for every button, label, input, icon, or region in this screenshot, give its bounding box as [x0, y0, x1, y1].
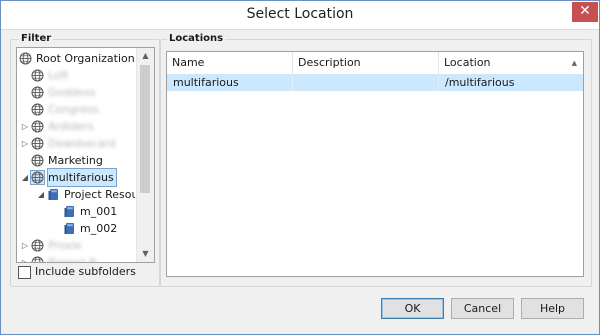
close-icon: ✕ [579, 3, 591, 19]
select-location-dialog: Select Location ✕ Filter Root Organizati… [0, 0, 600, 335]
column-header-description[interactable]: Description [293, 52, 439, 74]
row-description-cell [293, 74, 439, 91]
tree-item[interactable]: Goddess [17, 84, 135, 101]
include-subfolders-checkbox[interactable] [18, 266, 31, 279]
globe-icon [31, 256, 44, 262]
tree-item[interactable]: m_002 [17, 220, 135, 237]
help-button[interactable]: Help [521, 298, 584, 319]
expand-icon[interactable]: ▷ [21, 237, 29, 254]
globe-icon [31, 103, 44, 116]
tree-content: Root Organization Loft Goddess Congress ▷ Ard… [17, 48, 135, 262]
database-icon [63, 205, 76, 218]
database-icon [47, 188, 60, 201]
tree-item-label: Ardiders [48, 120, 94, 133]
tree-item-label: Congress [48, 103, 99, 116]
column-header-location-label: Location [444, 56, 491, 69]
expand-icon[interactable]: ▷ [21, 254, 29, 262]
dialog-title: Select Location [246, 6, 354, 22]
globe-icon [31, 69, 44, 82]
tree-item-label: m_002 [80, 222, 118, 235]
cancel-button[interactable]: Cancel [451, 298, 514, 319]
filter-tree[interactable]: Root Organization Loft Goddess Congress ▷ Ard… [16, 47, 155, 263]
tree-item[interactable]: Congress [17, 101, 135, 118]
globe-icon [31, 239, 44, 252]
ok-button[interactable]: OK [381, 298, 444, 319]
tree-item-label: Goddess [48, 86, 96, 99]
tree-item[interactable]: ◢ multifarious [17, 168, 135, 187]
tree-item-label: Proxie [48, 239, 82, 252]
globe-icon [31, 154, 44, 167]
row-name-cell: multifarious [167, 74, 293, 91]
tree-item[interactable]: ▷ Project R [17, 254, 135, 262]
globe-icon [31, 137, 44, 150]
scroll-up-icon[interactable]: ▲ [137, 48, 154, 64]
tree-item[interactable]: ▷ Proxie [17, 237, 135, 254]
sort-ascending-icon: ▲ [571, 59, 577, 67]
expand-icon[interactable]: ▷ [21, 135, 29, 152]
tree-item-label: multifarious [47, 168, 117, 187]
globe-icon [30, 170, 45, 185]
tree-item[interactable]: Loft [17, 67, 135, 84]
database-icon [63, 222, 76, 235]
tree-scrollbar[interactable]: ▲ ▼ [136, 48, 154, 262]
grid-header: Name Description Location ▲ [167, 52, 583, 75]
tree-item-label: Dewsbocard [48, 137, 116, 150]
title-bar: Select Location ✕ [1, 1, 599, 30]
tree-item[interactable]: Root Organization [17, 50, 135, 67]
tree-item-label: Loft [48, 69, 69, 82]
locations-grid[interactable]: Name Description Location ▲ multifarious… [166, 51, 584, 277]
expand-icon[interactable]: ▷ [21, 118, 29, 135]
table-row[interactable]: multifarious /multifarious [167, 74, 583, 91]
tree-item-label: Marketing [48, 154, 103, 167]
scroll-thumb[interactable] [140, 65, 150, 193]
tree-item-label: Project Resources [64, 188, 135, 201]
row-location-cell: /multifarious [445, 76, 515, 89]
close-button[interactable]: ✕ [572, 2, 598, 22]
tree-item-label: m_001 [80, 205, 118, 218]
tree-item[interactable]: ◢ Project Resources [17, 186, 135, 203]
tree-item[interactable]: ▷ Ardiders [17, 118, 135, 135]
include-subfolders-label[interactable]: Include subfolders [35, 265, 136, 278]
tree-item-label: Root Organization [36, 52, 135, 65]
column-header-location[interactable]: Location ▲ [439, 52, 583, 74]
filter-group-title: Filter [19, 33, 54, 44]
globe-icon [19, 52, 32, 65]
globe-icon [31, 120, 44, 133]
locations-group-title: Locations [167, 33, 226, 44]
tree-item-label: Project R [48, 254, 97, 262]
tree-item[interactable]: ▷ Dewsbocard [17, 135, 135, 152]
globe-icon [31, 86, 44, 99]
scroll-down-icon[interactable]: ▼ [137, 246, 154, 262]
collapse-icon[interactable]: ◢ [21, 169, 29, 186]
column-header-name[interactable]: Name [167, 52, 293, 74]
collapse-icon[interactable]: ◢ [37, 186, 45, 203]
tree-item[interactable]: Marketing [17, 152, 135, 169]
tree-item[interactable]: m_001 [17, 203, 135, 220]
